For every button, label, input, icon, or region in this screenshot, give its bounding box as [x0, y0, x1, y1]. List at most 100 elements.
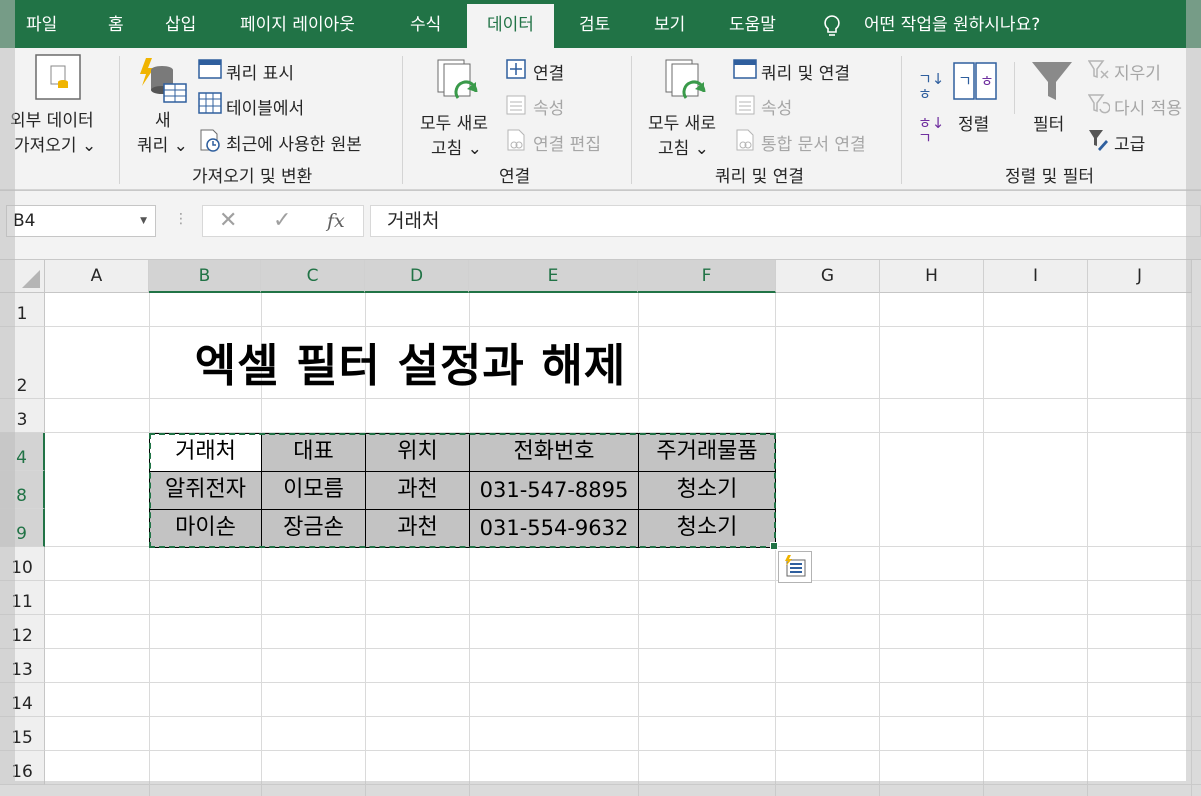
- table-header-cell[interactable]: 거래처: [150, 434, 262, 472]
- refresh-all-icon[interactable]: [436, 58, 482, 110]
- reapply-button[interactable]: 다시 적용: [1114, 94, 1182, 119]
- sort-button[interactable]: 정렬: [958, 110, 989, 135]
- refresh-all-label-1[interactable]: 모두 새로: [420, 109, 488, 134]
- tab-insert[interactable]: 삽입: [165, 0, 196, 48]
- cancel-icon[interactable]: ✕: [219, 206, 237, 236]
- advanced-button[interactable]: 고급: [1114, 130, 1145, 155]
- insert-function-button[interactable]: fx: [327, 206, 345, 236]
- row-header-10[interactable]: 10: [0, 547, 45, 581]
- properties-button[interactable]: 속성: [533, 94, 564, 119]
- tab-file[interactable]: 파일: [26, 0, 57, 48]
- table-header-cell[interactable]: 위치: [366, 434, 470, 472]
- formula-input[interactable]: 거래처: [370, 205, 1201, 237]
- gridline: [45, 784, 1201, 785]
- column-header-d[interactable]: D: [365, 260, 469, 293]
- new-query-label-2[interactable]: 쿼리 ⌄: [137, 131, 188, 156]
- table-cell[interactable]: 마이손: [150, 510, 262, 548]
- quick-analysis-button[interactable]: [778, 551, 812, 583]
- row-number: 8: [16, 486, 27, 506]
- new-query-icon[interactable]: [138, 56, 188, 110]
- table-cell[interactable]: 청소기: [639, 510, 776, 548]
- row-header-1[interactable]: 1: [0, 293, 45, 327]
- show-queries-button[interactable]: 쿼리 표시: [226, 59, 294, 84]
- table-cell[interactable]: 청소기: [639, 472, 776, 510]
- filter-button[interactable]: 필터: [1033, 110, 1064, 135]
- connections-button[interactable]: 연결: [533, 59, 564, 84]
- row-header-9[interactable]: 9: [0, 509, 45, 547]
- group-separator: [901, 56, 902, 184]
- recent-sources-button[interactable]: 최근에 사용한 원본: [226, 130, 362, 155]
- tab-formulas[interactable]: 수식: [410, 0, 441, 48]
- tab-data[interactable]: 데이터: [467, 4, 554, 48]
- tab-help[interactable]: 도움말: [729, 0, 776, 48]
- row-header-12[interactable]: 12: [0, 615, 45, 649]
- row-header-11[interactable]: 11: [0, 581, 45, 615]
- row-number: 1: [16, 304, 28, 324]
- tab-home[interactable]: 홈: [108, 0, 124, 48]
- row-header-3[interactable]: 3: [0, 399, 45, 433]
- row-header-4[interactable]: 4: [0, 433, 45, 471]
- name-box-value: B4: [13, 211, 36, 231]
- refresh-all-b-label-1[interactable]: 모두 새로: [648, 109, 716, 134]
- properties-b-button[interactable]: 속성: [761, 94, 792, 119]
- new-query-label-1[interactable]: 새: [155, 106, 171, 131]
- external-data-label-2[interactable]: 가져오기 ⌄: [14, 131, 96, 156]
- row-number: 10: [11, 558, 33, 578]
- column-header-f[interactable]: F: [638, 260, 776, 293]
- table-header-cell[interactable]: 주거래물품: [639, 434, 776, 472]
- row-header-2[interactable]: 2: [0, 327, 45, 399]
- tab-review[interactable]: 검토: [579, 0, 610, 48]
- table-cell[interactable]: 과천: [366, 472, 470, 510]
- table-cell[interactable]: 장금손: [262, 510, 366, 548]
- table-cell[interactable]: 031-547-8895: [470, 472, 639, 510]
- clear-button[interactable]: 지우기: [1114, 59, 1161, 84]
- worksheet-grid[interactable]: A B C D E F G H I J 1 2 3 4 8 9 10 11 12…: [0, 260, 1201, 796]
- tab-page-layout[interactable]: 페이지 레이아웃: [240, 0, 355, 48]
- table-cell[interactable]: 031-554-9632: [470, 510, 639, 548]
- reapply-icon: [1087, 94, 1111, 118]
- column-header-c[interactable]: C: [261, 260, 365, 293]
- column-header-e[interactable]: E: [469, 260, 638, 293]
- refresh-all-label-2[interactable]: 고침 ⌄: [431, 134, 482, 159]
- chevron-down-icon[interactable]: ▼: [140, 206, 147, 236]
- queries-connections-button[interactable]: 쿼리 및 연결: [761, 59, 850, 84]
- tell-me-search[interactable]: 어떤 작업을 원하시나요?: [822, 0, 1040, 48]
- gridline: [879, 293, 880, 796]
- sort-ascending-icon[interactable]: ㄱ↓ ㅎ: [918, 72, 944, 102]
- refresh-all-icon-2[interactable]: [664, 58, 710, 110]
- external-data-label-1[interactable]: 외부 데이터: [10, 106, 94, 131]
- tab-view[interactable]: 보기: [654, 0, 685, 48]
- edit-links-button[interactable]: 연결 편집: [533, 130, 601, 155]
- table-header-cell[interactable]: 전화번호: [470, 434, 639, 472]
- advanced-filter-icon: [1088, 129, 1110, 155]
- row-header-15[interactable]: 15: [0, 717, 45, 751]
- name-box[interactable]: B4 ▼: [6, 205, 156, 237]
- column-header-i[interactable]: I: [984, 260, 1088, 293]
- get-external-data-icon[interactable]: [35, 54, 81, 104]
- workbook-links-button[interactable]: 통합 문서 연결: [761, 130, 866, 155]
- column-header-j[interactable]: J: [1088, 260, 1192, 293]
- sheet-title[interactable]: 엑셀 필터 설정과 해제: [46, 334, 775, 398]
- table-cell[interactable]: 알쥐전자: [150, 472, 262, 510]
- row-header-16[interactable]: 16: [0, 751, 45, 785]
- table-cell[interactable]: 과천: [366, 510, 470, 548]
- row-header-8[interactable]: 8: [0, 471, 45, 509]
- row-header-14[interactable]: 14: [0, 683, 45, 717]
- refresh-all-b-label-2[interactable]: 고침 ⌄: [658, 134, 709, 159]
- column-header-b[interactable]: B: [149, 260, 261, 293]
- sort-descending-icon[interactable]: ㅎ↓ ㄱ: [918, 116, 944, 146]
- filter-icon[interactable]: [1030, 60, 1074, 106]
- sort-icon[interactable]: ㄱㅎ: [953, 62, 997, 104]
- table-cell[interactable]: 이모름: [262, 472, 366, 510]
- table-header-cell[interactable]: 대표: [262, 434, 366, 472]
- row-header-13[interactable]: 13: [0, 649, 45, 683]
- grip-icon[interactable]: ⋮: [174, 211, 189, 227]
- column-header-a[interactable]: A: [45, 260, 149, 293]
- enter-check-icon[interactable]: ✓: [273, 206, 291, 236]
- row-number: 4: [16, 448, 27, 468]
- show-queries-icon: [198, 59, 222, 83]
- column-header-h[interactable]: H: [880, 260, 984, 293]
- column-header-g[interactable]: G: [776, 260, 880, 293]
- select-all-button[interactable]: [0, 260, 45, 293]
- from-table-button[interactable]: 테이블에서: [226, 94, 304, 119]
